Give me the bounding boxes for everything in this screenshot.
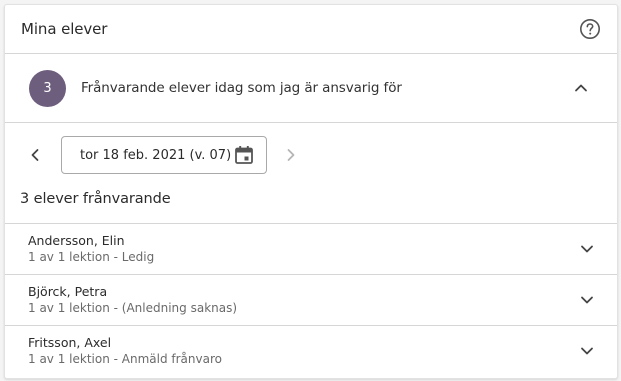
date-value: tor 18 feb. 2021 (v. 07) bbox=[80, 147, 232, 163]
help-icon[interactable] bbox=[579, 18, 601, 40]
absent-section-header[interactable]: 3 Frånvarande elever idag som jag är ans… bbox=[5, 54, 617, 123]
student-row[interactable]: Andersson, Elin 1 av 1 lektion - Ledig bbox=[5, 224, 617, 275]
student-row[interactable]: Fritsson, Axel 1 av 1 lektion - Anmäld f… bbox=[5, 326, 617, 376]
absent-count-badge: 3 bbox=[29, 69, 66, 107]
absent-summary: 3 elever frånvarande bbox=[5, 187, 617, 224]
student-absence-detail: 1 av 1 lektion - (Anledning saknas) bbox=[28, 301, 238, 315]
chevron-down-icon[interactable] bbox=[577, 341, 597, 361]
student-absence-detail: 1 av 1 lektion - Anmäld frånvaro bbox=[28, 352, 222, 366]
chevron-down-icon[interactable] bbox=[577, 290, 597, 310]
absent-section-title: Frånvarande elever idag som jag är ansva… bbox=[81, 80, 402, 96]
chevron-right-icon[interactable] bbox=[281, 145, 301, 165]
card-title: Mina elever bbox=[21, 20, 108, 38]
calendar-icon[interactable] bbox=[234, 145, 254, 165]
student-info: Björck, Petra 1 av 1 lektion - (Anlednin… bbox=[28, 283, 577, 317]
student-row[interactable]: Björck, Petra 1 av 1 lektion - (Anlednin… bbox=[5, 275, 617, 326]
student-name: Björck, Petra bbox=[28, 284, 108, 299]
student-absence-detail: 1 av 1 lektion - Ledig bbox=[28, 250, 155, 264]
my-students-card: Mina elever 3 Frånvarande elever idag so… bbox=[4, 4, 618, 379]
student-name: Fritsson, Axel bbox=[28, 335, 112, 350]
date-navigation: tor 18 feb. 2021 (v. 07) bbox=[5, 123, 617, 187]
student-info: Andersson, Elin 1 av 1 lektion - Ledig bbox=[28, 232, 577, 266]
student-list: Andersson, Elin 1 av 1 lektion - Ledig B… bbox=[5, 224, 617, 376]
date-picker-field[interactable]: tor 18 feb. 2021 (v. 07) bbox=[61, 136, 267, 174]
chevron-down-icon[interactable] bbox=[577, 239, 597, 259]
student-info: Fritsson, Axel 1 av 1 lektion - Anmäld f… bbox=[28, 334, 577, 368]
student-name: Andersson, Elin bbox=[28, 233, 125, 248]
card-header: Mina elever bbox=[5, 5, 617, 54]
chevron-up-icon[interactable] bbox=[569, 76, 593, 100]
chevron-left-icon[interactable] bbox=[25, 145, 45, 165]
